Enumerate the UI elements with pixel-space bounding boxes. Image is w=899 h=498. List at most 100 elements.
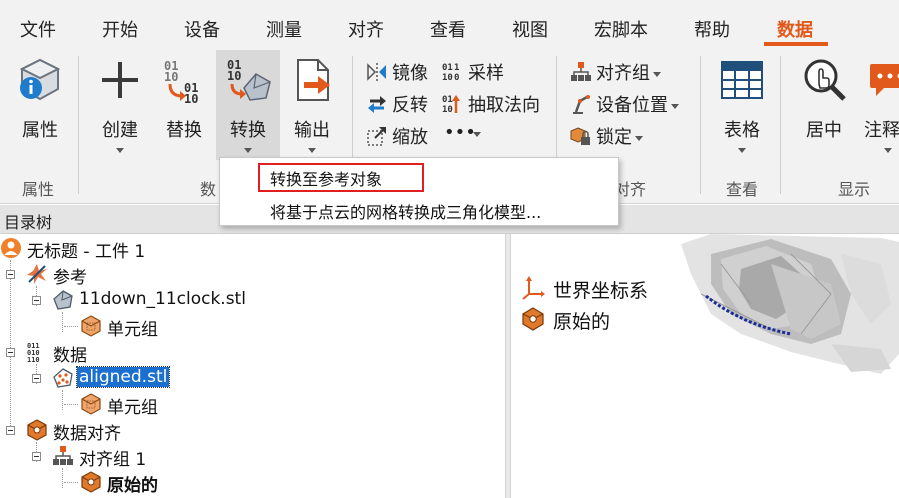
element-group-cube-icon: [81, 315, 101, 337]
mirror-label: 镜像: [392, 63, 428, 84]
center-button[interactable]: 居中: [792, 50, 856, 158]
annotation-label: 注释: [864, 120, 899, 141]
annotation-bubble-icon: [870, 64, 899, 96]
table-icon: [721, 61, 763, 99]
chevron-down-icon: [244, 148, 252, 153]
tree-node-ref-element-group[interactable]: 单元组: [80, 314, 180, 340]
tree-node-data[interactable]: 011 010 110 数据: [26, 340, 146, 366]
tab-macro[interactable]: 宏脚本: [594, 16, 648, 42]
tree-node-label: 无标题 - 工件 1: [27, 242, 146, 262]
reverse-arrows-icon: [368, 96, 386, 113]
tree-connector: [64, 482, 78, 483]
mesh-icon: [53, 290, 73, 310]
extract-normal-label: 抽取法向: [468, 95, 540, 116]
sample-label: 采样: [468, 63, 504, 84]
sample-data-icon: 01 10 1 0: [442, 63, 459, 83]
tab-start[interactable]: 开始: [102, 16, 138, 42]
scale-button[interactable]: 缩放: [366, 122, 436, 148]
expand-toggle[interactable]: [6, 270, 15, 279]
chevron-down-icon: [116, 148, 124, 153]
output-button[interactable]: 输出: [282, 50, 342, 158]
properties-button[interactable]: 属性: [10, 50, 70, 158]
convert-dropdown-menu: 转换至参考对象 将基于点云的网格转换成三角化模型...: [219, 157, 619, 226]
align-group-icon: [571, 62, 591, 81]
expand-toggle[interactable]: [32, 374, 41, 383]
tab-data[interactable]: 数据: [777, 16, 813, 42]
tree-node-reference[interactable]: 参考: [26, 262, 146, 288]
create-button[interactable]: 创建: [88, 50, 152, 158]
3d-viewport[interactable]: 世界坐标系 原始的: [511, 234, 899, 498]
tab-device[interactable]: 设备: [184, 16, 220, 42]
tab-measure[interactable]: 测量: [266, 16, 302, 42]
expand-toggle[interactable]: [32, 296, 41, 305]
sample-button[interactable]: 01 10 1 0 采样: [442, 58, 542, 84]
tab-viewport[interactable]: 视图: [512, 16, 548, 42]
data-alignment-icon: [27, 419, 47, 441]
output-label: 输出: [294, 120, 330, 141]
svg-text:10: 10: [442, 73, 453, 83]
tab-file[interactable]: 文件: [20, 16, 56, 42]
extract-normal-button[interactable]: 01 10 抽取法向: [442, 90, 550, 116]
table-button[interactable]: 表格: [710, 50, 774, 158]
3d-mesh-model[interactable]: [681, 234, 899, 374]
expand-toggle[interactable]: [6, 348, 15, 357]
chevron-down-icon: [671, 103, 679, 109]
tree-connector: [62, 312, 63, 332]
tree-node-root[interactable]: 无标题 - 工件 1: [0, 236, 200, 262]
svg-text:0: 0: [454, 73, 459, 83]
tree-node-data-element-group[interactable]: 单元组: [80, 392, 180, 418]
svg-text:10: 10: [442, 105, 453, 115]
device-arm-icon: [573, 95, 590, 114]
reverse-label: 反转: [392, 95, 428, 116]
tree-node-label: 对齐组 1: [79, 450, 147, 470]
svg-text:1: 1: [454, 63, 459, 73]
chevron-down-icon: [738, 148, 746, 153]
tree-node-label: 11down_11clock.stl: [79, 289, 246, 309]
tab-view[interactable]: 查看: [430, 16, 466, 42]
viewport-label: 原始的: [553, 311, 611, 333]
menu-item-convert-to-triangulated-mesh[interactable]: 将基于点云的网格转换成三角化模型...: [270, 199, 541, 223]
tree-connector: [62, 390, 63, 410]
align-group-label: 对齐组: [596, 59, 661, 85]
extract-normal-icon: 01 10: [442, 95, 460, 115]
tree-node-align-group-1[interactable]: 对齐组 1: [52, 444, 182, 470]
reverse-button[interactable]: 反转: [366, 90, 436, 116]
replace-button[interactable]: 01 10 01 10 替换: [153, 50, 215, 158]
mirror-button[interactable]: 镜像: [366, 58, 436, 84]
tab-help[interactable]: 帮助: [694, 16, 730, 42]
export-document-icon: [297, 59, 330, 101]
lock-label: 锁定: [596, 123, 643, 149]
scale-label: 缩放: [392, 127, 428, 148]
chevron-down-icon: [635, 135, 643, 141]
tree-panel: 无标题 - 工件 1 参考 11down_11clock.stl 单元组 011…: [0, 234, 505, 498]
menu-item-convert-to-reference[interactable]: 转换至参考对象: [270, 166, 382, 190]
lock-button[interactable]: 锁定: [570, 122, 660, 148]
alignment-original-icon: [522, 307, 544, 331]
expand-toggle[interactable]: [32, 452, 41, 461]
tree-node-original[interactable]: 原始的: [80, 470, 190, 496]
mirror-icon: [367, 63, 386, 81]
tree-connector: [64, 404, 78, 405]
tree-node-label: 参考: [53, 268, 87, 288]
group-label-properties: 属性: [22, 180, 55, 199]
annotation-button[interactable]: 注释: [858, 50, 899, 158]
tree-panel-title: 目录树: [4, 213, 53, 232]
ribbon-tab-bar: 文件 开始 设备 测量 对齐 查看 视图 宏脚本 帮助 数据: [0, 0, 899, 46]
align-group-button[interactable]: 对齐组: [570, 58, 670, 84]
convert-button[interactable]: 01 10 转换: [216, 50, 280, 160]
tree-node-data-file[interactable]: aligned.stl: [52, 366, 202, 390]
svg-text:01: 01: [442, 95, 453, 105]
expand-toggle[interactable]: [6, 426, 15, 435]
tree-connector: [10, 260, 11, 434]
device-position-button[interactable]: 设备位置: [570, 90, 690, 116]
tree-node-data-alignment[interactable]: 数据对齐: [26, 418, 166, 444]
create-label: 创建: [102, 120, 138, 141]
element-group-cube-icon: [81, 393, 101, 415]
more-button[interactable]: •••: [442, 122, 502, 148]
chevron-down-icon: [473, 132, 481, 137]
group-label-view: 查看: [726, 180, 759, 199]
viewport-original-alignment[interactable]: 原始的: [521, 307, 661, 333]
ribbon-separator: [78, 56, 79, 194]
tree-node-ref-file[interactable]: 11down_11clock.stl: [52, 288, 272, 312]
tab-align[interactable]: 对齐: [348, 16, 384, 42]
